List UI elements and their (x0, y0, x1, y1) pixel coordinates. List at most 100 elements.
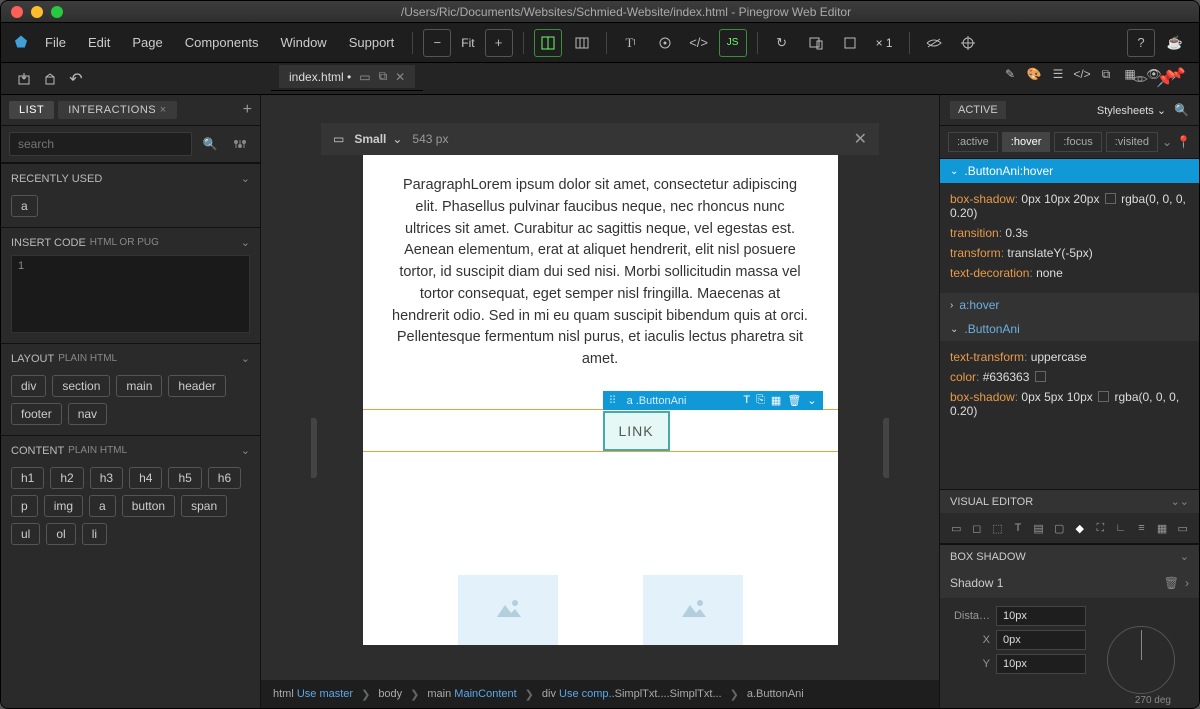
paint-icon[interactable]: ✎ (999, 63, 1021, 85)
rule-header-a-hover[interactable]: › a:hover (940, 293, 1199, 317)
delete-shadow-icon[interactable]: 🗑 (1164, 576, 1179, 590)
text-edit-icon[interactable]: T (743, 394, 750, 407)
css-property[interactable]: transform: translateY(-5px) (950, 243, 1189, 263)
pinegrow-logo-icon[interactable] (11, 33, 31, 53)
add-tab-icon[interactable]: + (243, 101, 252, 119)
refresh-icon[interactable]: ↻ (768, 29, 796, 57)
window-close-button[interactable] (11, 6, 23, 18)
x-input[interactable] (996, 630, 1086, 650)
pseudo-hover[interactable]: :hover (1002, 132, 1051, 152)
menu-file[interactable]: File (37, 31, 74, 54)
breadcrumb-div[interactable]: div Use comp..SimplTxt....SimplTxt... (542, 688, 722, 700)
menu-window[interactable]: Window (272, 31, 334, 54)
content-chip-h5[interactable]: h5 (168, 467, 201, 489)
export-icon[interactable] (37, 66, 63, 92)
ve-size-icon[interactable]: ⬚ (989, 519, 1006, 537)
menu-support[interactable]: Support (341, 31, 403, 54)
visual-editor-header[interactable]: VISUAL EDITOR ⌄⌄ (940, 489, 1199, 513)
ve-grid-icon[interactable]: ▦ (1154, 519, 1171, 537)
zoom-fit-label[interactable]: Fit (461, 36, 474, 50)
pseudo-active[interactable]: :active (948, 132, 998, 152)
layout-chip-main[interactable]: main (116, 375, 162, 397)
text-tool-icon[interactable]: TI (617, 29, 645, 57)
content-chip-ol[interactable]: ol (46, 523, 75, 545)
code-tool-icon[interactable]: </> (685, 29, 713, 57)
breadcrumb-main[interactable]: main MainContent (427, 688, 516, 700)
ve-rect-icon[interactable]: ▭ (1174, 519, 1191, 537)
recent-chip-a[interactable]: a (11, 195, 38, 217)
layout-chip-div[interactable]: div (11, 375, 46, 397)
content-chip-span[interactable]: span (181, 495, 227, 517)
link-button-element[interactable]: LINK (603, 411, 670, 451)
layout-chip-footer[interactable]: footer (11, 403, 62, 425)
section-content[interactable]: CONTENT Plain HTML ⌄ (1, 435, 260, 463)
css-property[interactable]: color: #636363 (950, 367, 1189, 387)
active-tab[interactable]: ACTIVE (950, 101, 1006, 119)
y-input[interactable] (996, 654, 1086, 674)
eye-icon[interactable]: 👁 (1143, 63, 1165, 85)
menu-page[interactable]: Page (124, 31, 170, 54)
pin-icon[interactable]: 📌 (1167, 63, 1189, 85)
content-chip-li[interactable]: li (82, 523, 107, 545)
grid-icon[interactable]: ▦ (771, 394, 781, 407)
right-resize-handle[interactable] (883, 418, 889, 478)
menu-edit[interactable]: Edit (80, 31, 118, 54)
zoom-out-icon[interactable]: − (423, 29, 451, 57)
devices-small-icon[interactable]: ⧉ (379, 69, 388, 84)
search-input[interactable] (9, 132, 192, 156)
pseudo-focus[interactable]: :focus (1054, 132, 1101, 152)
ve-text-icon[interactable]: T (1010, 519, 1027, 537)
left-resize-handle[interactable] (311, 418, 317, 478)
js-toggle-icon[interactable]: JS (719, 29, 747, 57)
image-placeholder[interactable] (458, 575, 558, 645)
list-icon[interactable]: ☰ (1047, 63, 1069, 85)
content-chip-a[interactable]: a (89, 495, 116, 517)
layout-chip-section[interactable]: section (52, 375, 110, 397)
window-minimize-button[interactable] (31, 6, 43, 18)
section-layout[interactable]: LAYOUT Plain HTML ⌄ (1, 343, 260, 371)
ve-display-icon[interactable]: ▭ (948, 519, 965, 537)
code-editor[interactable]: 1 (11, 255, 250, 333)
code-icon[interactable]: </> (1071, 63, 1093, 85)
devices-icon[interactable] (802, 29, 830, 57)
viewport-size-select[interactable]: Small ⌄ (354, 132, 402, 146)
delete-icon[interactable]: 🗑 (787, 394, 801, 407)
import-icon[interactable] (11, 66, 37, 92)
content-chip-h6[interactable]: h6 (208, 467, 241, 489)
zoom-in-icon[interactable]: + (485, 29, 513, 57)
desktop-icon[interactable]: ▭ (359, 70, 370, 84)
content-chip-h2[interactable]: h2 (50, 467, 83, 489)
breadcrumb-html[interactable]: html Use master (273, 688, 353, 700)
content-chip-h4[interactable]: h4 (129, 467, 162, 489)
rule-header-buttonani-hover[interactable]: ⌄ .ButtonAni:hover (940, 159, 1199, 183)
pin-icon[interactable]: 📍 (1176, 135, 1191, 149)
content-chip-h3[interactable]: h3 (90, 467, 123, 489)
chevron-down-icon[interactable]: ⌄ (1162, 135, 1172, 149)
layout-chip-nav[interactable]: nav (68, 403, 107, 425)
search-styles-icon[interactable]: 🔍 (1174, 103, 1189, 117)
palette-icon[interactable]: 🎨 (1023, 63, 1045, 85)
tree-icon[interactable]: ⧉ (1095, 63, 1117, 85)
duplicate-icon[interactable]: ⎘ (756, 394, 765, 407)
single-view-icon[interactable] (836, 29, 864, 57)
css-property[interactable]: box-shadow: 0px 5px 10px rgba(0, 0, 0, 0… (950, 387, 1189, 421)
ve-border-icon[interactable]: ▢ (1051, 519, 1068, 537)
selection-toolbar[interactable]: ⠿ a .ButtonAni T ⎘ ▦ 🗑 ⌄ (603, 391, 823, 410)
css-property[interactable]: text-transform: uppercase (950, 347, 1189, 367)
pseudo-visited[interactable]: :visited (1106, 132, 1158, 152)
search-icon[interactable]: 🔍 (198, 132, 222, 156)
css-property[interactable]: text-decoration: none (950, 263, 1189, 283)
content-chip-button[interactable]: button (122, 495, 175, 517)
filter-icon[interactable] (228, 132, 252, 156)
document-tab[interactable]: index.html • ▭ ⧉ ✕ (279, 65, 415, 88)
distance-input[interactable] (996, 606, 1086, 626)
close-viewport-icon[interactable]: ✕ (854, 129, 867, 149)
layout-chip-header[interactable]: header (168, 375, 225, 397)
coffee-icon[interactable]: ☕ (1161, 29, 1189, 57)
section-recently-used[interactable]: RECENTLY USED ⌄ (1, 163, 260, 191)
tab-list[interactable]: LIST (9, 101, 54, 119)
breadcrumb-body[interactable]: body (378, 688, 402, 700)
help-icon[interactable]: ? (1127, 29, 1155, 57)
css-property[interactable]: transition: 0.3s (950, 223, 1189, 243)
tab-interactions[interactable]: INTERACTIONS (58, 101, 176, 119)
